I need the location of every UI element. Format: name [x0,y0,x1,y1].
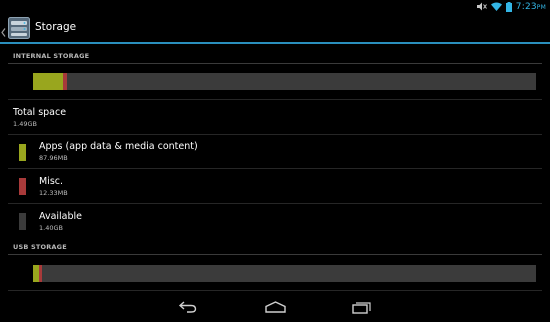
page-title: Storage [35,21,77,33]
available-color-swatch [19,213,26,230]
divider [8,203,542,204]
status-bar: 7:23PM [0,0,550,13]
apps-value: 87.96MB [39,154,68,162]
navigation-bar [0,294,550,322]
misc-label: Misc. [39,176,64,187]
usage-segment-available [66,73,536,90]
action-bar[interactable]: Storage [0,13,550,42]
total-space-label: Total space [13,107,67,118]
misc-color-swatch [19,178,26,195]
battery-icon [505,1,512,12]
storage-list[interactable]: INTERNAL STORAGE Total space 1.49GB Apps… [0,44,550,294]
available-label: Available [39,211,83,222]
divider [8,99,542,100]
apps-label: Apps (app data & media content) [39,141,198,152]
clock-time: 7:23 [515,1,537,12]
usb-usage-bar [33,265,536,282]
status-icons: 7:23PM [476,0,546,13]
up-caret-icon[interactable] [1,22,6,41]
status-clock: 7:23PM [516,2,546,12]
storage-settings-icon[interactable] [8,17,30,39]
usb-header-rule [8,254,542,255]
divider [8,134,542,135]
internal-storage-header: INTERNAL STORAGE [13,52,90,60]
divider [8,290,542,291]
wifi-icon [490,2,502,11]
usage-segment-available [42,265,536,282]
volume-muted-icon [476,2,487,11]
misc-value: 12.33MB [39,189,68,197]
available-value: 1.40GB [39,224,63,232]
usb-storage-header: USB STORAGE [13,243,67,251]
internal-header-rule [8,63,542,64]
clock-ampm: PM [536,3,546,11]
divider [8,168,542,169]
usage-segment-apps [33,73,63,90]
apps-color-swatch [19,144,26,161]
total-space-value: 1.49GB [13,120,37,128]
internal-usage-bar [33,73,536,90]
